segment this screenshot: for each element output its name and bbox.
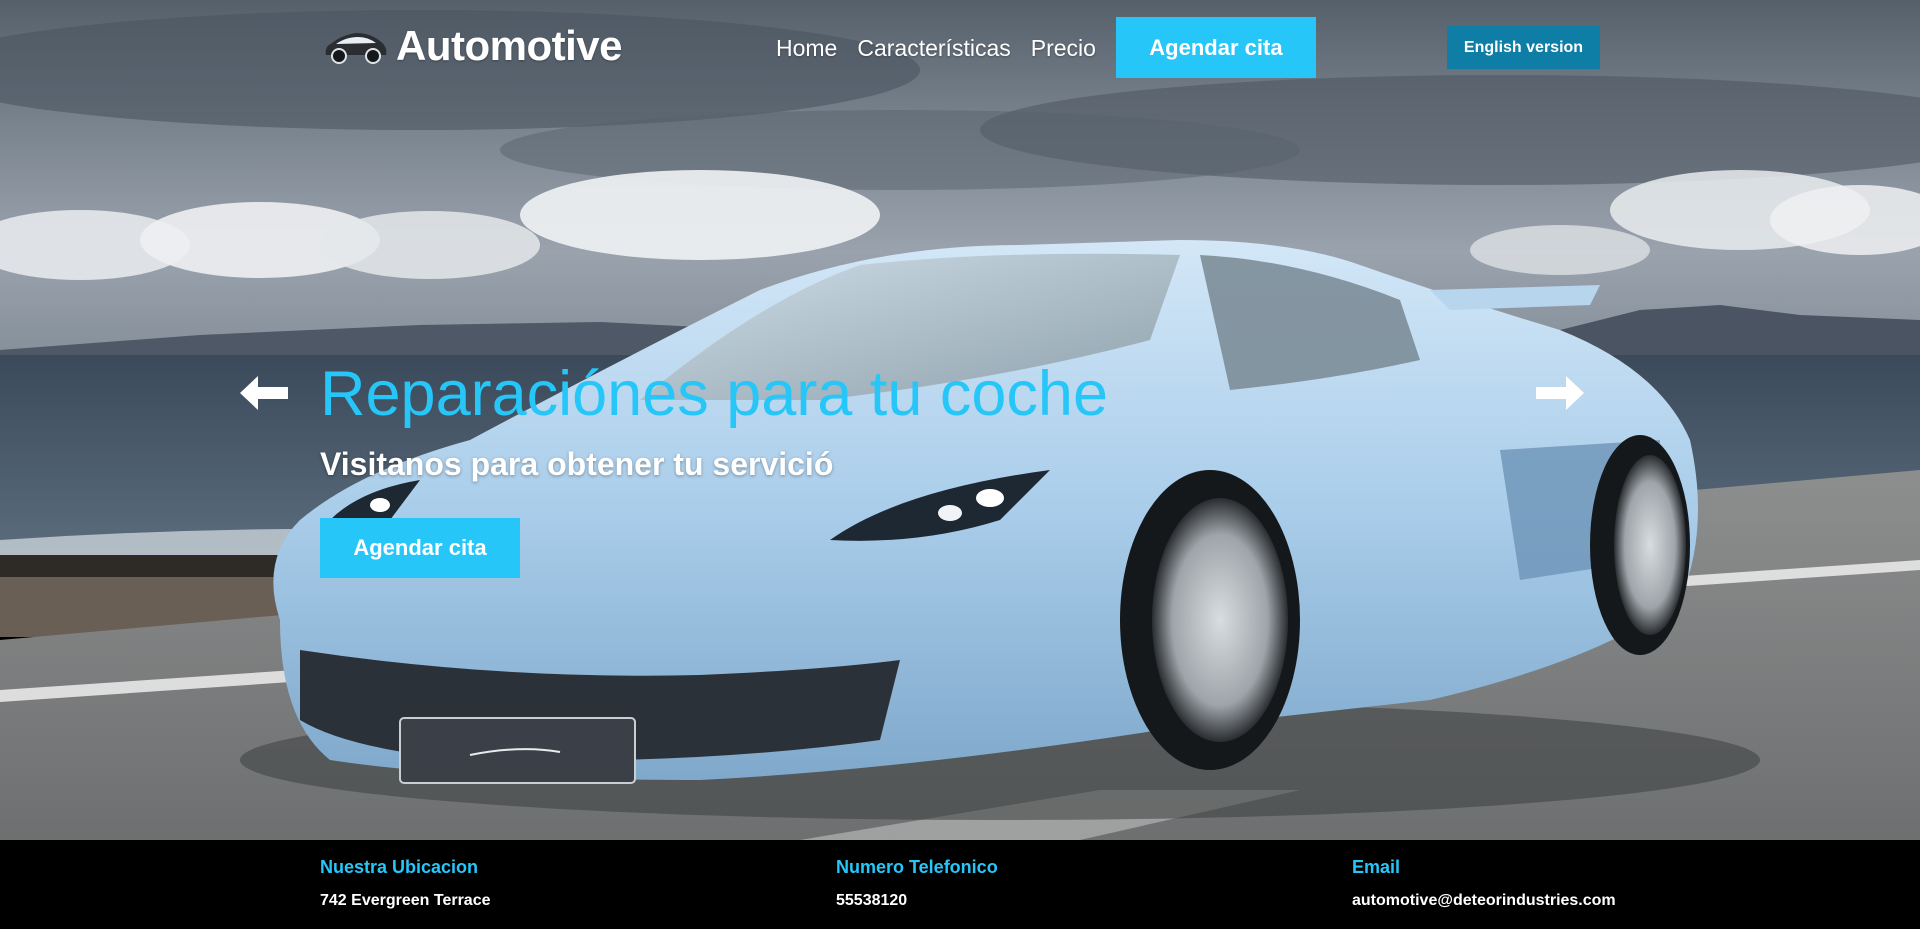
brand-logo[interactable]: Automotive	[322, 22, 623, 70]
nav-link-caracteristicas[interactable]: Características	[857, 18, 1010, 78]
arrow-left-icon[interactable]	[238, 372, 290, 414]
hero-subtitle: Visitanos para obtener tu servició	[320, 446, 834, 482]
english-version-button[interactable]: English version	[1447, 26, 1600, 69]
nav-agendar-cita-button[interactable]: Agendar cita	[1115, 17, 1316, 78]
footer-location: Nuestra Ubicacion 742 Evergreen Terrace	[320, 857, 490, 910]
footer-email: Email automotive@deteorindustries.com	[1352, 857, 1616, 910]
hero-title: Reparaciónes para tu coche	[320, 359, 1108, 429]
nav-link-home[interactable]: Home	[776, 18, 837, 78]
footer-email-heading: Email	[1352, 857, 1401, 877]
footer-location-heading: Nuestra Ubicacion	[320, 857, 479, 877]
hero-section: Automotive Home Características Precio A…	[0, 0, 1920, 840]
footer-location-value: 742 Evergreen Terrace	[320, 892, 491, 909]
footer-email-value[interactable]: automotive@deteorindustries.com	[1352, 892, 1616, 910]
brand-name: Automotive	[396, 22, 623, 69]
nav-link-precio[interactable]: Precio	[1031, 18, 1096, 78]
footer-phone-value[interactable]: 55538120	[836, 892, 998, 910]
contact-footer: Nuestra Ubicacion 742 Evergreen Terrace …	[0, 840, 1920, 929]
footer-phone-heading: Numero Telefonico	[836, 857, 998, 877]
hero-agendar-cita-button[interactable]: Agendar cita	[320, 518, 520, 578]
main-nav: Home Características Precio Agendar cita	[776, 17, 1316, 78]
car-logo-icon	[325, 33, 387, 64]
footer-phone: Numero Telefonico 55538120	[836, 857, 998, 910]
arrow-right-icon[interactable]	[1534, 372, 1586, 414]
